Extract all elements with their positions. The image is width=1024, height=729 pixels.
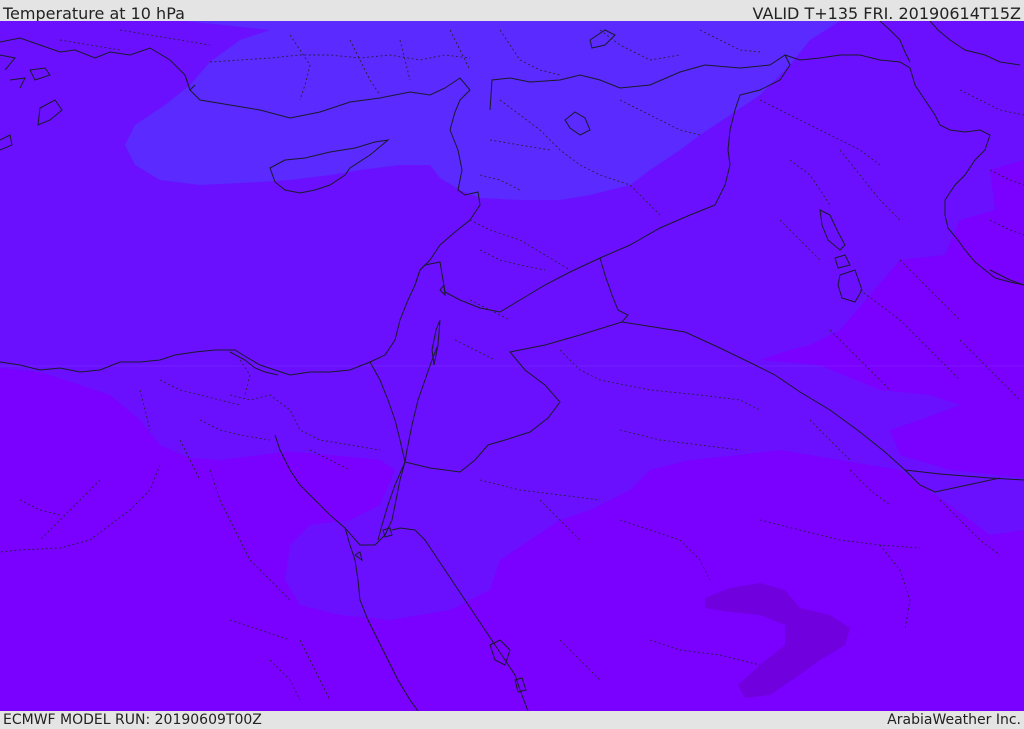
temperature-map [0,21,1024,711]
map-title: Temperature at 10 hPa [3,4,185,21]
valid-time: VALID T+135 FRI. 20190614T15Z [752,4,1021,21]
footer-bar: ECMWF MODEL RUN: 20190609T00Z ArabiaWeat… [0,711,1024,729]
header-bar: Temperature at 10 hPa VALID T+135 FRI. 2… [0,0,1024,21]
credit: ArabiaWeather Inc. [887,712,1021,728]
weather-map-page: Temperature at 10 hPa VALID T+135 FRI. 2… [0,0,1024,729]
model-run: ECMWF MODEL RUN: 20190609T00Z [3,712,262,728]
map-canvas [0,21,1024,711]
